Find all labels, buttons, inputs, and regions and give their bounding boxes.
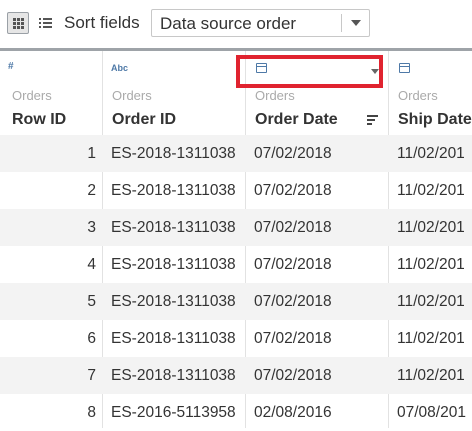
highlight-box: [236, 55, 383, 88]
column-header-ship-date[interactable]: Orders Ship Date: [389, 51, 472, 135]
cell-order-id: ES-2016-5113958: [111, 404, 236, 421]
cell-row-id: 2: [87, 182, 96, 199]
cell-order-id: ES-2018-1311038: [111, 293, 236, 310]
cell-row-id: 7: [87, 367, 96, 384]
cell-ship-date: 07/08/201: [397, 404, 466, 421]
cell-row-id: 8: [87, 404, 96, 421]
column-name: Row ID: [12, 111, 67, 128]
cell-order-date: 07/02/2018: [254, 256, 332, 273]
cell-order-id: ES-2018-1311038: [111, 256, 236, 273]
list-view-icon[interactable]: [34, 12, 56, 34]
cell-order-date: 07/02/2018: [254, 219, 332, 236]
column-source: Orders: [398, 88, 438, 103]
cell-ship-date: 11/02/201: [397, 182, 465, 199]
cell-row-id: 5: [87, 293, 96, 310]
toolbar: Sort fields Data source order: [0, 0, 472, 48]
cell-order-date: 07/02/2018: [254, 182, 332, 199]
cell-ship-date: 11/02/201: [397, 219, 465, 236]
cell-ship-date: 11/02/201: [397, 293, 465, 310]
column-header-order-id[interactable]: Abc Orders Order ID: [103, 51, 245, 135]
table-row: 3 ES-2018-1311038 07/02/2018 11/02/201: [0, 209, 472, 246]
cell-row-id: 6: [87, 330, 96, 347]
table-row: 6 ES-2018-1311038 07/02/2018 11/02/201: [0, 320, 472, 357]
cell-ship-date: 11/02/201: [397, 145, 465, 162]
dropdown-divider: [341, 14, 342, 32]
column-name: Ship Date: [398, 111, 472, 128]
cell-row-id: 4: [87, 256, 96, 273]
sort-fields-value: Data source order: [160, 14, 297, 33]
string-icon: Abc: [111, 63, 129, 73]
table-row: 7 ES-2018-1311038 07/02/2018 11/02/201: [0, 357, 472, 394]
cell-ship-date: 11/02/201: [397, 330, 465, 347]
cell-ship-date: 11/02/201: [397, 256, 465, 273]
table-row: 5 ES-2018-1311038 07/02/2018 11/02/201: [0, 283, 472, 320]
column-source: Orders: [255, 88, 295, 103]
cell-row-id: 1: [87, 145, 96, 162]
column-header-row-id[interactable]: # Orders Row ID: [0, 51, 102, 135]
cell-order-id: ES-2018-1311038: [111, 367, 236, 384]
number-icon: #: [8, 61, 14, 72]
table-row: 8 ES-2016-5113958 02/08/2016 07/08/201: [0, 394, 472, 431]
column-source: Orders: [12, 88, 52, 103]
cell-order-id: ES-2018-1311038: [111, 182, 236, 199]
cell-row-id: 3: [87, 219, 96, 236]
table-row: 4 ES-2018-1311038 07/02/2018 11/02/201: [0, 246, 472, 283]
column-source: Orders: [112, 88, 152, 103]
table-row: 1 ES-2018-1311038 07/02/2018 11/02/201: [0, 135, 472, 172]
chevron-down-icon[interactable]: [351, 20, 361, 26]
column-name: Order ID: [112, 111, 177, 128]
cell-order-date: 07/02/2018: [254, 330, 332, 347]
cell-order-id: ES-2018-1311038: [111, 145, 236, 162]
cell-order-id: ES-2018-1311038: [111, 330, 236, 347]
cell-order-date: 07/02/2018: [254, 145, 332, 162]
table-row: 2 ES-2018-1311038 07/02/2018 11/02/201: [0, 172, 472, 209]
cell-order-date: 07/02/2018: [254, 293, 332, 310]
calendar-icon: [399, 63, 410, 73]
cell-ship-date: 11/02/201: [397, 367, 465, 384]
data-grid: # Orders Row ID Abc Orders Order ID Orde…: [0, 48, 472, 428]
column-name: Order Date: [255, 111, 338, 128]
sort-fields-label: Sort fields: [64, 13, 140, 32]
sort-descending-icon[interactable]: [367, 114, 379, 126]
cell-order-date: 07/02/2018: [254, 367, 332, 384]
grid-view-icon[interactable]: [7, 12, 29, 34]
sort-fields-dropdown[interactable]: Data source order: [151, 9, 370, 37]
cell-order-id: ES-2018-1311038: [111, 219, 236, 236]
cell-order-date: 02/08/2016: [254, 404, 332, 421]
